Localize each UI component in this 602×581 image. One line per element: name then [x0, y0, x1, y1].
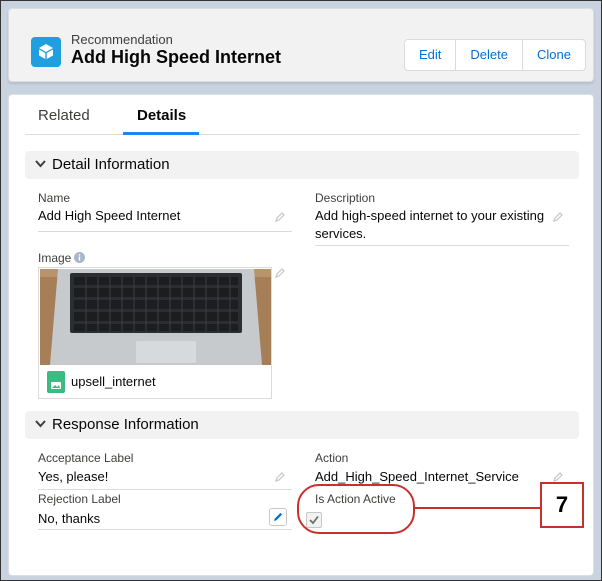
action-label: Action — [315, 451, 349, 465]
section-title: Response Information — [52, 416, 199, 433]
tab-details[interactable]: Details — [137, 107, 186, 124]
image-file-icon — [47, 371, 65, 393]
pencil-icon — [274, 512, 283, 521]
header-button-group: Edit Delete Clone — [404, 39, 586, 71]
pencil-icon[interactable] — [274, 211, 286, 223]
callout-number-badge: 7 — [540, 482, 584, 528]
inline-edit-button[interactable] — [269, 508, 287, 526]
acceptance-label-label: Acceptance Label — [38, 451, 134, 465]
field-divider — [38, 529, 292, 530]
record-title: Add High Speed Internet — [71, 47, 282, 67]
chevron-down-icon — [35, 420, 46, 428]
tab-bar: Related Details — [25, 95, 579, 135]
rejection-label-label: Rejection Label — [38, 492, 121, 506]
acceptance-label-value: Yes, please! — [38, 469, 109, 484]
field-divider — [38, 489, 292, 490]
description-value-line2: services. — [315, 226, 367, 241]
field-divider — [315, 245, 569, 246]
section-detail-information[interactable]: Detail Information — [25, 151, 579, 179]
info-icon[interactable] — [74, 252, 85, 263]
description-label: Description — [315, 191, 376, 205]
clone-button[interactable]: Clone — [521, 40, 585, 70]
name-label: Name — [38, 191, 71, 205]
name-value: Add High Speed Internet — [38, 208, 181, 223]
edit-button[interactable]: Edit — [405, 40, 456, 70]
recommendation-icon — [31, 37, 61, 67]
field-divider — [38, 231, 292, 232]
callout-highlight-oval — [297, 484, 415, 534]
record-header: Recommendation Add High Speed Internet E… — [8, 8, 594, 82]
section-response-information[interactable]: Response Information — [25, 411, 579, 439]
rejection-label-value: No, thanks — [38, 511, 101, 526]
chevron-down-icon — [35, 160, 46, 168]
image-preview[interactable]: upsell_internet — [38, 267, 272, 399]
callout-connector — [414, 507, 542, 509]
laptop-image — [40, 269, 271, 365]
tab-related[interactable]: Related — [38, 107, 90, 124]
pencil-icon[interactable] — [552, 211, 564, 223]
image-label: Image — [38, 251, 72, 265]
pencil-icon[interactable] — [274, 267, 286, 279]
delete-button[interactable]: Delete — [455, 40, 522, 70]
pencil-icon[interactable] — [274, 471, 286, 483]
object-type-label: Recommendation — [71, 32, 173, 47]
description-value-line1: Add high-speed internet to your existing — [315, 208, 545, 223]
image-file-name: upsell_internet — [71, 374, 156, 389]
section-title: Detail Information — [52, 156, 170, 173]
active-tab-indicator — [123, 132, 199, 135]
